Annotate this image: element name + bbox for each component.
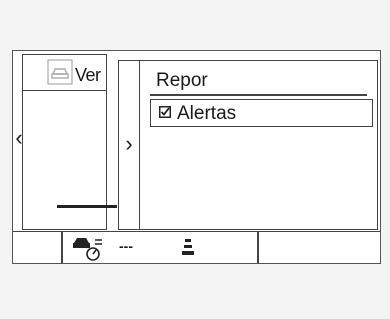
divider bbox=[61, 232, 63, 263]
trend-line bbox=[57, 205, 117, 208]
background-panel: Ver bbox=[22, 54, 117, 230]
menu-item-repor[interactable]: Repor bbox=[156, 70, 208, 92]
checkbox-icon[interactable] bbox=[159, 106, 171, 118]
chevron-left-icon[interactable]: ‹ bbox=[13, 123, 25, 153]
divider bbox=[150, 94, 367, 96]
background-panel-header: Ver bbox=[23, 55, 106, 91]
car-icon bbox=[47, 59, 73, 85]
lane-icon bbox=[182, 239, 194, 255]
menu-item-alertas[interactable]: Alertas bbox=[150, 99, 373, 127]
divider bbox=[257, 232, 259, 263]
status-bar: --- bbox=[13, 231, 380, 263]
display-screen: Ver ‹ › Repor Alertas --- bbox=[12, 50, 381, 264]
status-dashes: --- bbox=[119, 238, 133, 254]
background-panel-title: Ver bbox=[75, 65, 101, 85]
menu-list: Repor Alertas bbox=[139, 61, 377, 229]
chevron-right-icon[interactable]: › bbox=[119, 129, 139, 159]
car-gauge-icon bbox=[73, 238, 102, 261]
menu-panel: › Repor Alertas bbox=[118, 60, 378, 230]
menu-item-alertas-label: Alertas bbox=[177, 103, 237, 124]
